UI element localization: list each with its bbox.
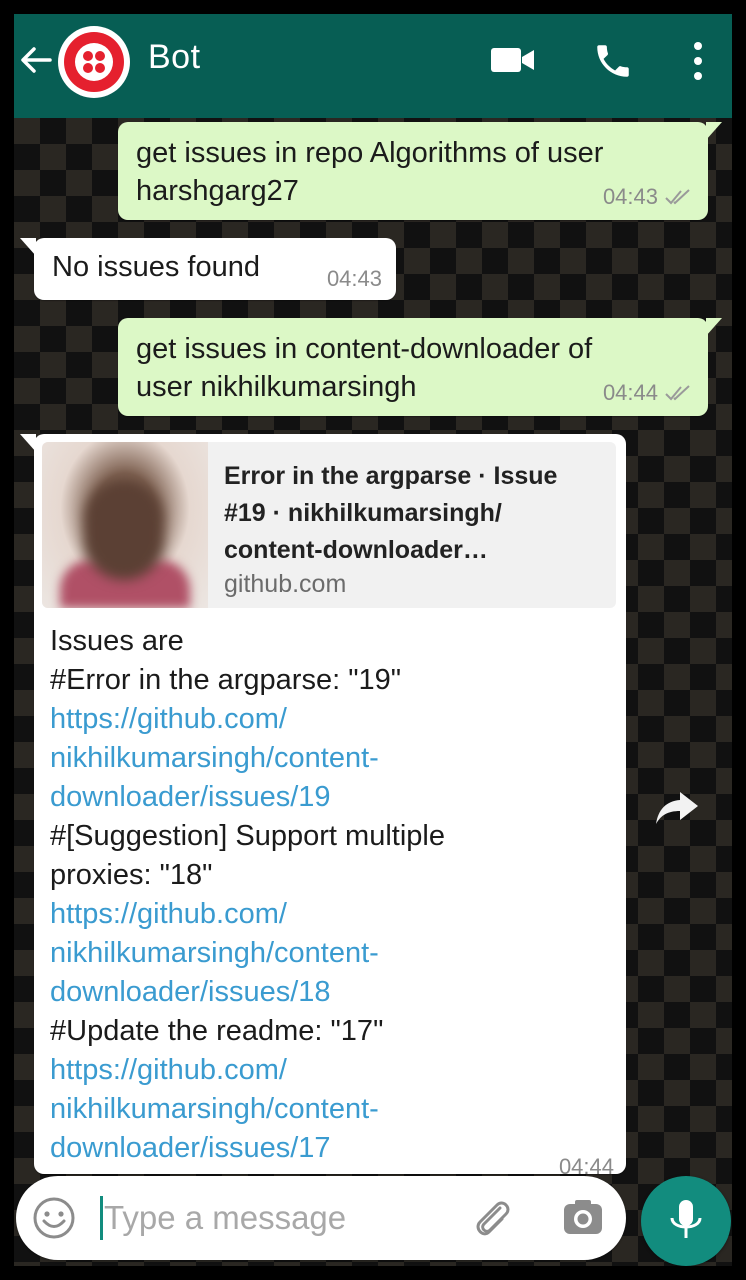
message-text-line: harshgarg27	[136, 175, 299, 207]
attach-button[interactable]	[470, 1194, 514, 1242]
issue-title: #[Suggestion] Support multiple	[50, 820, 445, 852]
avatar[interactable]	[58, 26, 130, 98]
incoming-message[interactable]: Error in the argparse · Issue #19 · nikh…	[20, 434, 626, 1179]
forward-icon	[656, 792, 698, 824]
video-call-icon	[491, 48, 534, 72]
more-vert-icon	[694, 42, 702, 80]
link-preview-title: Error in the argparse · Issue #19 · nikh…	[224, 458, 604, 569]
message-text: Issues are #Error in the argparse: "19" …	[50, 622, 610, 1168]
read-check-icon	[665, 385, 690, 401]
outgoing-message[interactable]: get issues in repo Algorithms of user ha…	[118, 122, 722, 220]
chat-screen: Bot get issues in repo Algorithms of use…	[14, 14, 732, 1266]
message-composer	[16, 1176, 626, 1260]
camera-icon	[564, 1200, 602, 1234]
menu-button[interactable]	[688, 40, 708, 87]
link-preview[interactable]: Error in the argparse · Issue #19 · nikh…	[42, 442, 616, 608]
issue-link[interactable]: downloader/issues/19	[50, 778, 610, 817]
message-time: 04:43	[326, 266, 382, 291]
message-text-line: get issues in repo Algorithms of user	[136, 137, 604, 169]
issue-link[interactable]: https://github.com/	[50, 1051, 610, 1090]
back-button[interactable]	[18, 42, 54, 78]
issue-title: #Update the readme: "17"	[50, 1015, 384, 1047]
issue-title: #Error in the argparse: "19"	[50, 664, 402, 696]
issue-link[interactable]: https://github.com/	[50, 895, 610, 934]
message-text-line: Issues are	[50, 625, 184, 657]
issue-link[interactable]: https://github.com/	[50, 700, 610, 739]
link-preview-title-line: content-downloader…	[224, 536, 488, 564]
read-check-icon	[665, 189, 690, 205]
link-preview-domain: github.com	[224, 570, 347, 598]
phone-frame: Bot get issues in repo Algorithms of use…	[0, 0, 746, 1280]
issue-link[interactable]: downloader/issues/18	[50, 973, 610, 1012]
issue-title: proxies: "18"	[50, 859, 213, 891]
incoming-message[interactable]: No issues found 04:43	[20, 238, 396, 300]
camera-button[interactable]	[561, 1196, 605, 1240]
arrow-left-icon	[21, 47, 52, 73]
issue-link[interactable]: nikhilkumarsingh/content-	[50, 934, 610, 973]
text-caret	[100, 1196, 103, 1240]
issue-link[interactable]: nikhilkumarsingh/content-	[50, 739, 610, 778]
video-call-button[interactable]	[490, 40, 536, 85]
outgoing-message[interactable]: get issues in content-downloader of user…	[118, 318, 722, 416]
phone-icon	[597, 45, 629, 77]
message-input[interactable]	[104, 1190, 444, 1246]
chat-title[interactable]: Bot	[148, 38, 201, 77]
link-preview-title-line: #19 · nikhilkumarsingh/	[224, 499, 502, 527]
emoji-icon	[33, 1197, 75, 1239]
paperclip-icon	[476, 1201, 510, 1236]
forward-button[interactable]	[654, 790, 700, 826]
message-text-line: user nikhilkumarsingh	[136, 371, 417, 403]
voice-call-button[interactable]	[592, 40, 634, 87]
microphone-icon	[670, 1200, 702, 1238]
issue-link[interactable]: downloader/issues/17	[50, 1129, 610, 1168]
voice-message-button[interactable]	[641, 1176, 731, 1266]
issue-link[interactable]: nikhilkumarsingh/content-	[50, 1090, 610, 1129]
chat-header: Bot	[14, 14, 732, 118]
twilio-logo	[64, 32, 124, 92]
message-text-line: get issues in content-downloader of	[136, 333, 593, 365]
emoji-button[interactable]	[32, 1196, 76, 1240]
link-preview-title-line: Error in the argparse · Issue	[224, 462, 558, 490]
message-text: No issues found	[52, 251, 260, 283]
message-time: 04:43	[602, 184, 658, 209]
message-time: 04:44	[602, 380, 658, 405]
link-preview-thumbnail	[42, 442, 208, 608]
